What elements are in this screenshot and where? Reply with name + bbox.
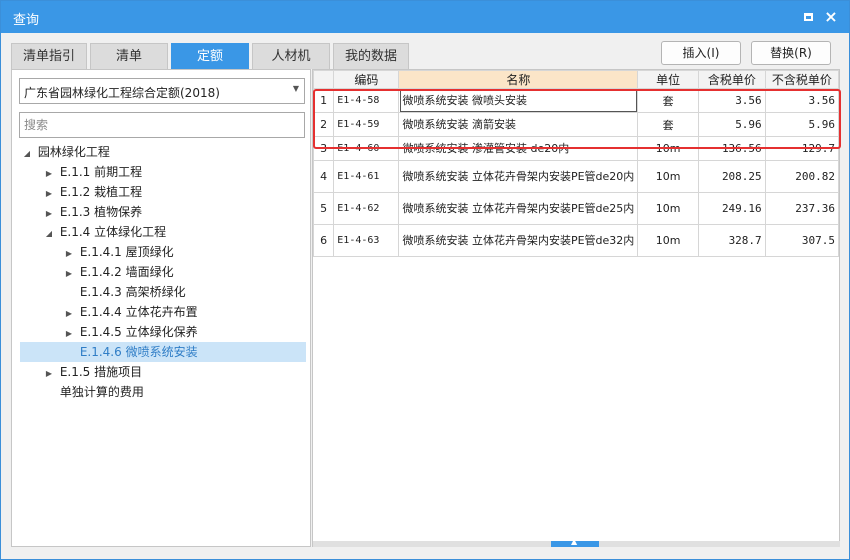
table-header-row: 编码 名称 单位 含税单价 不含税单价 bbox=[312, 70, 840, 89]
collapse-icon[interactable]: ◢ bbox=[20, 144, 34, 164]
horizontal-scrollbar[interactable]: ▲ bbox=[313, 537, 840, 547]
window-title: 查询 bbox=[13, 13, 40, 28]
row-unit[interactable]: 10m bbox=[637, 136, 700, 161]
tree-node[interactable]: ▶ E.1.4.1 屋顶绿化 bbox=[62, 242, 174, 262]
column-header[interactable]: 单位 bbox=[637, 70, 700, 89]
column-header[interactable]: 名称 bbox=[398, 70, 639, 89]
row-index: 3 bbox=[312, 136, 335, 161]
expand-icon[interactable]: ▶ bbox=[62, 304, 76, 324]
row-unit[interactable]: 套 bbox=[637, 88, 700, 113]
expand-icon[interactable]: ▶ bbox=[42, 184, 56, 204]
column-header[interactable]: 编码 bbox=[333, 70, 400, 89]
title-bar[interactable]: 查询 × bbox=[1, 1, 849, 33]
tree-node[interactable]: ▶ E.1.4.2 墙面绿化 bbox=[62, 262, 174, 282]
tab-labor-material-machine[interactable]: 人材机 bbox=[252, 43, 330, 69]
arrow-up-icon: ▲ bbox=[571, 537, 578, 546]
expand-icon[interactable]: ▶ bbox=[42, 164, 56, 184]
tab-bill[interactable]: 清单 bbox=[90, 43, 168, 69]
collapse-icon[interactable]: ◢ bbox=[42, 224, 56, 244]
table-row[interactable]: 5 E1-4-62 微喷系统安装 立体花卉骨架内安装PE管de25内 10m 2… bbox=[312, 192, 840, 225]
close-icon[interactable]: × bbox=[823, 9, 839, 25]
tree-node[interactable]: ▶ E.1.1 前期工程 bbox=[42, 162, 142, 182]
row-index: 6 bbox=[312, 224, 335, 257]
left-panel: 广东省园林绿化工程综合定额(2018) ▼ ◢ 园林绿化工程 ▶ E.1.1 前… bbox=[11, 69, 311, 547]
row-price-tax[interactable]: 3.56 bbox=[698, 88, 766, 113]
maximize-icon[interactable] bbox=[801, 9, 817, 25]
row-price-notax[interactable]: 3.56 bbox=[764, 88, 840, 113]
tree-node-selected[interactable]: E.1.4.6 微喷系统安装 bbox=[20, 342, 306, 362]
row-price-tax[interactable]: 328.7 bbox=[698, 224, 766, 257]
row-index: 5 bbox=[312, 192, 335, 225]
row-unit[interactable]: 10m bbox=[637, 192, 700, 225]
row-name[interactable]: 微喷系统安装 立体花卉骨架内安装PE管de25内 bbox=[398, 192, 639, 225]
row-unit[interactable]: 套 bbox=[637, 112, 700, 137]
row-name[interactable]: 微喷系统安装 渗灌管安装 de20内 bbox=[398, 136, 639, 161]
tab-bill-guide[interactable]: 清单指引 bbox=[11, 43, 87, 69]
expand-icon[interactable]: ▶ bbox=[62, 244, 76, 264]
expand-icon[interactable]: ▶ bbox=[62, 264, 76, 284]
table-row[interactable]: 6 E1-4-63 微喷系统安装 立体花卉骨架内安装PE管de32内 10m 3… bbox=[312, 224, 840, 257]
scrollbar-handle[interactable]: ▲ bbox=[551, 537, 599, 547]
row-price-notax[interactable]: 5.96 bbox=[764, 112, 840, 137]
dialog-body: 清单指引 清单 定额 人材机 我的数据 插入(I) 替换(R) 广东省园林绿化工… bbox=[1, 33, 849, 559]
search-input[interactable] bbox=[19, 112, 305, 138]
dropdown-value: 广东省园林绿化工程综合定额(2018) bbox=[24, 86, 220, 100]
tree-node[interactable]: ▶ E.1.2 栽植工程 bbox=[42, 182, 142, 202]
tab-my-data[interactable]: 我的数据 bbox=[333, 43, 409, 69]
row-name[interactable]: 微喷系统安装 微喷头安装 bbox=[398, 88, 639, 113]
row-code[interactable]: E1-4-59 bbox=[333, 112, 400, 137]
row-price-notax[interactable]: 307.5 bbox=[764, 224, 840, 257]
row-code[interactable]: E1-4-60 bbox=[333, 136, 400, 161]
results-table: 编码 名称 单位 含税单价 不含税单价 1 E1-4-58 微喷系统安装 微喷头… bbox=[312, 70, 840, 257]
row-name[interactable]: 微喷系统安装 滴箭安装 bbox=[398, 112, 639, 137]
row-price-notax[interactable]: 129.7 bbox=[764, 136, 840, 161]
chevron-down-icon: ▼ bbox=[292, 84, 299, 93]
tree-node[interactable]: ◢ E.1.4 立体绿化工程 bbox=[42, 222, 166, 242]
tree-node[interactable]: ▶ E.1.4.5 立体绿化保养 bbox=[62, 322, 198, 342]
row-code[interactable]: E1-4-63 bbox=[333, 224, 400, 257]
query-dialog: 查询 × 清单指引 清单 定额 人材机 我的数据 插入(I) 替换(R) 广东省… bbox=[0, 0, 850, 560]
table-row[interactable]: 2 E1-4-59 微喷系统安装 滴箭安装 套 5.96 5.96 bbox=[312, 112, 840, 137]
table-row[interactable]: 1 E1-4-58 微喷系统安装 微喷头安装 套 3.56 3.56 bbox=[312, 88, 840, 113]
row-price-notax[interactable]: 200.82 bbox=[764, 160, 840, 193]
row-unit[interactable]: 10m bbox=[637, 160, 700, 193]
tab-quota[interactable]: 定额 bbox=[171, 43, 249, 69]
expand-icon[interactable]: ▶ bbox=[62, 324, 76, 344]
tree-node[interactable]: ▶ E.1.3 植物保养 bbox=[42, 202, 142, 222]
row-price-tax[interactable]: 136.56 bbox=[698, 136, 766, 161]
replace-button[interactable]: 替换(R) bbox=[751, 41, 831, 65]
row-code[interactable]: E1-4-58 bbox=[333, 88, 400, 113]
column-header[interactable] bbox=[312, 70, 335, 89]
row-code[interactable]: E1-4-61 bbox=[333, 160, 400, 193]
insert-button[interactable]: 插入(I) bbox=[661, 41, 741, 65]
expand-icon[interactable]: ▶ bbox=[42, 204, 56, 224]
row-name[interactable]: 微喷系统安装 立体花卉骨架内安装PE管de32内 bbox=[398, 224, 639, 257]
row-name[interactable]: 微喷系统安装 立体花卉骨架内安装PE管de20内 bbox=[398, 160, 639, 193]
expand-icon[interactable]: ▶ bbox=[42, 364, 56, 384]
row-index: 4 bbox=[312, 160, 335, 193]
tree-node[interactable]: ◢ 园林绿化工程 bbox=[20, 142, 306, 162]
row-index: 2 bbox=[312, 112, 335, 137]
tree-node[interactable]: ▶ E.1.5 措施项目 bbox=[42, 362, 142, 382]
table-row[interactable]: 4 E1-4-61 微喷系统安装 立体花卉骨架内安装PE管de20内 10m 2… bbox=[312, 160, 840, 193]
row-index: 1 bbox=[312, 88, 335, 113]
row-price-tax[interactable]: 5.96 bbox=[698, 112, 766, 137]
row-price-tax[interactable]: 249.16 bbox=[698, 192, 766, 225]
tree-node[interactable]: ▶ E.1.4.4 立体花卉布置 bbox=[62, 302, 198, 322]
table-row[interactable]: 3 E1-4-60 微喷系统安装 渗灌管安装 de20内 10m 136.56 … bbox=[312, 136, 840, 161]
row-price-notax[interactable]: 237.36 bbox=[764, 192, 840, 225]
results-panel: 编码 名称 单位 含税单价 不含税单价 1 E1-4-58 微喷系统安装 微喷头… bbox=[312, 69, 840, 547]
tree-node[interactable]: E.1.4.3 高架桥绿化 bbox=[62, 282, 186, 302]
row-code[interactable]: E1-4-62 bbox=[333, 192, 400, 225]
column-header[interactable]: 不含税单价 bbox=[764, 70, 840, 89]
row-price-tax[interactable]: 208.25 bbox=[698, 160, 766, 193]
column-header[interactable]: 含税单价 bbox=[698, 70, 766, 89]
quota-library-dropdown[interactable]: 广东省园林绿化工程综合定额(2018) ▼ bbox=[19, 78, 305, 104]
row-unit[interactable]: 10m bbox=[637, 224, 700, 257]
tree-node[interactable]: 单独计算的费用 bbox=[42, 382, 144, 402]
